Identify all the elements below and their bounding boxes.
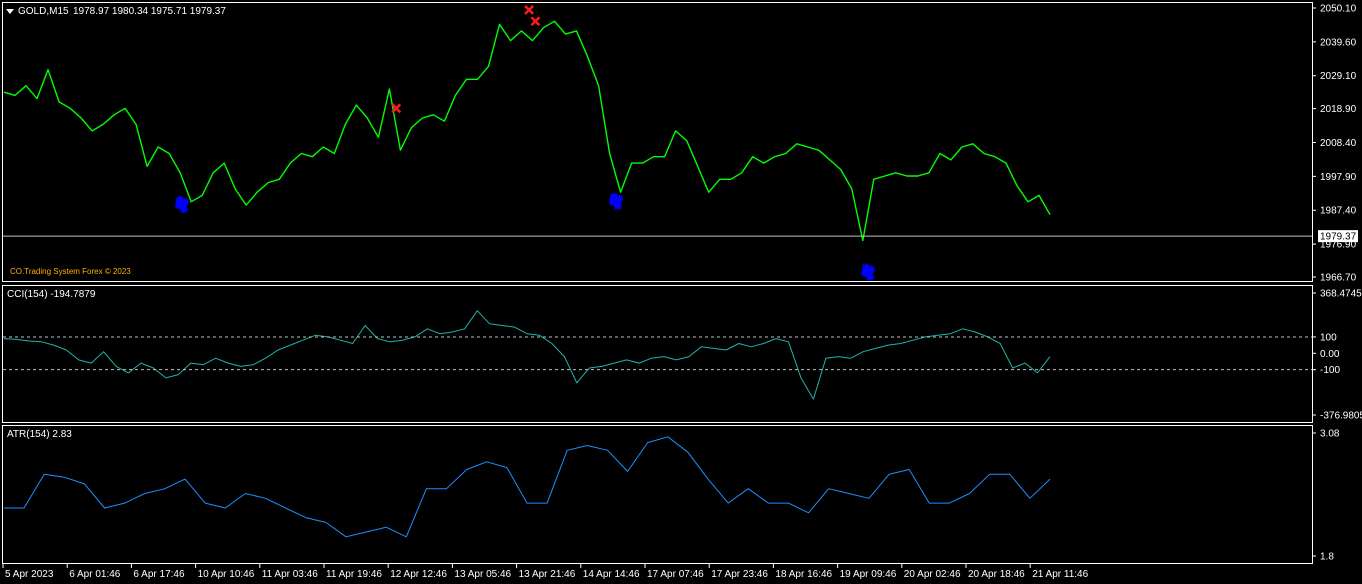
x-tick-label: 10 Apr 10:46: [198, 569, 255, 580]
series-line: [4, 436, 1051, 538]
x-tick-label: 13 Apr 21:46: [519, 569, 576, 580]
x-tick-label: 19 Apr 09:46: [840, 569, 897, 580]
y-tick-label: 1997.90: [1320, 172, 1357, 183]
cci-title: CCI(154) -194.7879: [7, 289, 96, 300]
y-tick-label: 1.8: [1320, 552, 1334, 563]
buy-signal-marker: [174, 196, 189, 214]
x-tick-label: 20 Apr 02:46: [904, 569, 961, 580]
y-tick-label: 2050.10: [1320, 4, 1357, 15]
x-tick-label: 6 Apr 17:46: [133, 569, 185, 580]
y-tick-label: -100: [1320, 365, 1340, 376]
x-tick-label: 13 Apr 05:46: [454, 569, 511, 580]
x-tick-label: 5 Apr 2023: [5, 569, 54, 580]
x-tick-label: 21 Apr 11:46: [1032, 569, 1088, 580]
atr-title: ATR(154) 2.83: [7, 429, 72, 440]
atr-panel-frame: [2, 425, 1313, 564]
y-tick-label: 1987.40: [1320, 206, 1357, 217]
buy-signal-marker: [860, 263, 875, 281]
triangle-down-icon[interactable]: [6, 9, 14, 14]
atr-series: [4, 436, 1051, 538]
x-tick-label: 14 Apr 14:46: [583, 569, 640, 580]
cci-y-axis: 368.4745 100 0.00 -100 -376.9805: [3, 289, 1362, 422]
y-tick-label: 2039.60: [1320, 37, 1357, 48]
credit-text: CO.Trading System Forex © 2023: [10, 267, 131, 276]
chart-area[interactable]: 2050.10 2039.60 2029.10 2018.90 2008.40 1997.…: [0, 0, 1362, 584]
y-tick-label: 368.4745: [1320, 289, 1362, 300]
x-tick-label: 6 Apr 01:46: [69, 569, 121, 580]
sell-signal-marker: [530, 16, 541, 27]
time-axis: 5 Apr 2023 6 Apr 01:46 6 Apr 17:46 10 Apr 1…: [2, 564, 1089, 580]
y-tick-label: 2029.10: [1320, 71, 1357, 82]
price-panel-frame: [2, 2, 1313, 282]
y-tick-label: -376.9805: [1320, 411, 1362, 422]
y-tick-label: 2008.40: [1320, 138, 1357, 149]
x-tick-label: 12 Apr 12:46: [390, 569, 447, 580]
x-tick-label: 11 Apr 19:46: [326, 569, 382, 580]
sell-signal-marker: [524, 5, 534, 15]
series-line: [3, 20, 1051, 242]
ohlc-label: 1978.97 1980.34 1975.71 1979.37: [73, 6, 226, 17]
y-tick-label: 100: [1320, 332, 1337, 343]
series-line: [3, 310, 1051, 400]
y-tick-label: 1966.70: [1320, 273, 1357, 284]
signal-markers: [174, 5, 875, 281]
x-tick-label: 20 Apr 18:46: [968, 569, 1025, 580]
symbol-label: GOLD,M15: [18, 6, 69, 17]
x-tick-label: 11 Apr 03:46: [262, 569, 318, 580]
cci-panel-frame: [2, 285, 1313, 423]
cci-series: [3, 310, 1051, 400]
x-tick-label: 17 Apr 23:46: [711, 569, 768, 580]
price-series: [3, 20, 1051, 242]
current-price-label: 1979.37: [1320, 232, 1357, 243]
buy-signal-marker: [608, 192, 623, 210]
y-tick-label: 0.00: [1320, 349, 1340, 360]
y-tick-label: 3.08: [1320, 429, 1340, 440]
x-tick-label: 18 Apr 16:46: [775, 569, 832, 580]
y-tick-label: 2018.90: [1320, 104, 1357, 115]
atr-y-axis: 3.08 1.8: [1312, 429, 1340, 563]
x-tick-label: 17 Apr 07:46: [647, 569, 704, 580]
